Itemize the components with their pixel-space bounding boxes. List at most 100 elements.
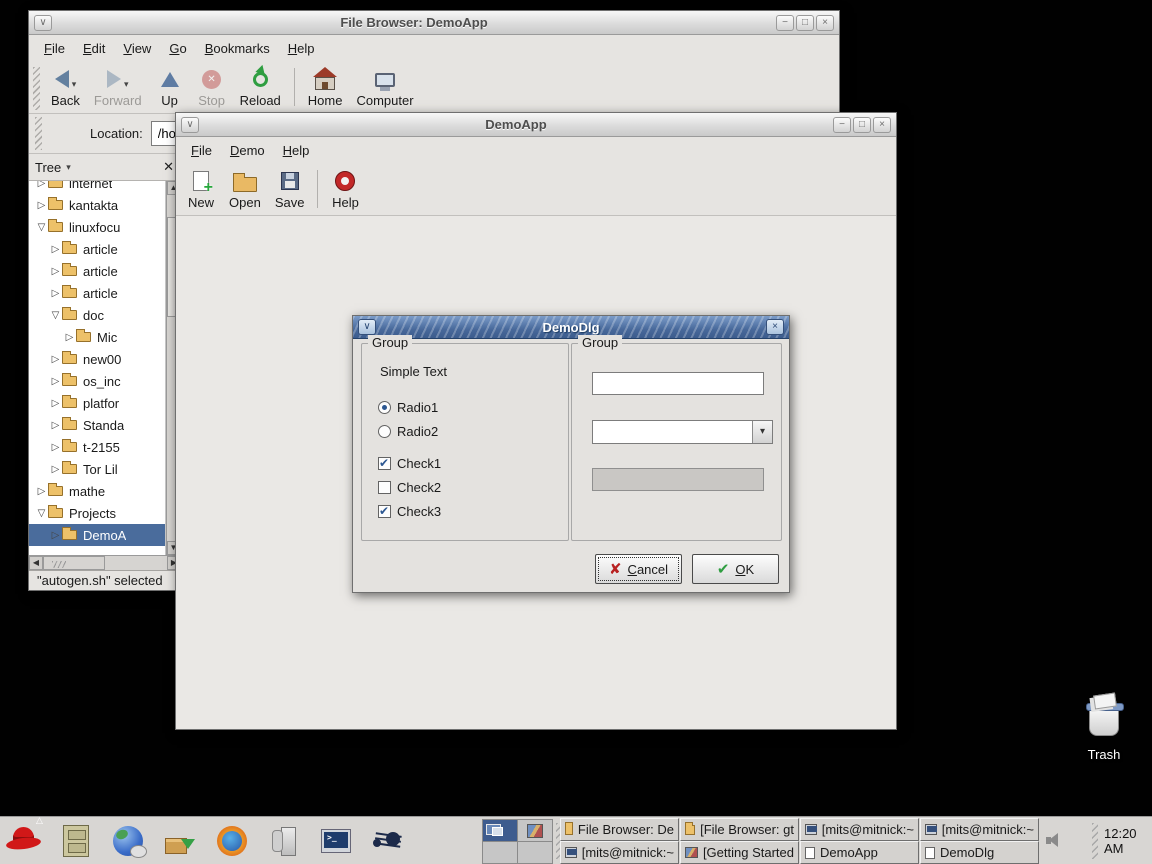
toolbar-button-forward[interactable]: ▾Forward bbox=[87, 64, 149, 110]
menu-item-view[interactable]: View bbox=[114, 37, 160, 60]
sidebar-close-icon[interactable]: ✕ bbox=[163, 159, 174, 175]
volume-icon[interactable] bbox=[1046, 833, 1063, 848]
tree-item[interactable]: DemoA bbox=[29, 524, 165, 546]
taskbar-window--mits-mitnick-[interactable]: [mits@mitnick:~ bbox=[920, 818, 1039, 841]
expander-expanded-icon[interactable] bbox=[35, 222, 48, 233]
toolbar-button-open[interactable]: Open bbox=[222, 166, 268, 212]
checkbox-icon[interactable] bbox=[378, 481, 391, 494]
checkbox-option-check1[interactable]: Check1 bbox=[378, 455, 441, 471]
taskbar-window-demoapp[interactable]: DemoApp bbox=[800, 841, 919, 864]
radio-option-radio1[interactable]: Radio1 bbox=[378, 399, 438, 415]
expander-collapsed-icon[interactable] bbox=[35, 181, 48, 189]
desktop-icon-trash[interactable]: Trash bbox=[1076, 698, 1132, 762]
close-button[interactable]: × bbox=[873, 117, 891, 133]
tree-item[interactable]: Mic bbox=[29, 326, 165, 348]
launcher-package-installer[interactable] bbox=[160, 821, 200, 861]
menu-item-demo[interactable]: Demo bbox=[221, 139, 274, 162]
expander-collapsed-icon[interactable] bbox=[49, 266, 62, 277]
toolbar-button-up[interactable]: Up bbox=[149, 64, 191, 110]
toolbar-button-help[interactable]: Help bbox=[324, 166, 366, 212]
expander-collapsed-icon[interactable] bbox=[63, 332, 76, 343]
maximize-button[interactable]: □ bbox=[796, 15, 814, 31]
expander-collapsed-icon[interactable] bbox=[49, 288, 62, 299]
expander-collapsed-icon[interactable] bbox=[35, 200, 48, 211]
tree-item[interactable]: article bbox=[29, 282, 165, 304]
launcher-modem-config[interactable] bbox=[264, 821, 304, 861]
demo-dialog-titlebar[interactable]: ∨ DemoDlg × bbox=[353, 316, 789, 339]
dropdown-chevron-icon[interactable]: ▾ bbox=[72, 79, 77, 92]
combo-box[interactable]: ▾ bbox=[592, 420, 773, 444]
demo-app-titlebar[interactable]: ∨ DemoApp − □ × bbox=[176, 113, 896, 137]
tree-item[interactable]: os_inc bbox=[29, 370, 165, 392]
expander-collapsed-icon[interactable] bbox=[49, 354, 62, 365]
menu-item-go[interactable]: Go bbox=[160, 37, 195, 60]
toolbar-button-home[interactable]: Home bbox=[301, 64, 350, 110]
tree-item[interactable]: platfor bbox=[29, 392, 165, 414]
checkbox-option-check2[interactable]: Check2 bbox=[378, 479, 441, 495]
expander-collapsed-icon[interactable] bbox=[49, 530, 62, 541]
tree-item[interactable]: Projects bbox=[29, 502, 165, 524]
menu-item-help[interactable]: Help bbox=[279, 37, 324, 60]
launcher-redhat-menu[interactable] bbox=[4, 821, 44, 861]
window-menu-icon[interactable]: ∨ bbox=[181, 117, 199, 133]
taskbar-clock[interactable]: 12:20 AM bbox=[1104, 817, 1152, 864]
file-browser-titlebar[interactable]: ∨ File Browser: DemoApp − □ × bbox=[29, 11, 839, 35]
tree-item[interactable]: kantakta bbox=[29, 194, 165, 216]
checkbox-icon[interactable] bbox=[378, 505, 391, 518]
close-button[interactable]: × bbox=[766, 319, 784, 335]
checkbox-option-check3[interactable]: Check3 bbox=[378, 503, 441, 519]
launcher-terminal[interactable] bbox=[316, 821, 356, 861]
toolbar-button-stop[interactable]: Stop bbox=[191, 64, 233, 110]
text-input[interactable] bbox=[592, 372, 764, 395]
expander-collapsed-icon[interactable] bbox=[49, 464, 62, 475]
dropdown-chevron-icon[interactable]: ▾ bbox=[124, 79, 129, 92]
expander-collapsed-icon[interactable] bbox=[49, 420, 62, 431]
radio-option-radio2[interactable]: Radio2 bbox=[378, 423, 438, 439]
menu-item-edit[interactable]: Edit bbox=[74, 37, 114, 60]
scroll-left-icon[interactable]: ◀ bbox=[29, 556, 43, 570]
window-menu-icon[interactable]: ∨ bbox=[34, 15, 52, 31]
tree-horizontal-scrollbar[interactable]: ◀ ▶ bbox=[29, 555, 181, 570]
workspace-3[interactable] bbox=[483, 842, 517, 863]
toolbar-button-new[interactable]: New bbox=[180, 166, 222, 212]
taskbar-window-file-browser-de[interactable]: File Browser: De bbox=[560, 818, 679, 841]
taskbar-window--mits-mitnick-[interactable]: [mits@mitnick:~ bbox=[800, 818, 919, 841]
ok-button[interactable]: OK bbox=[692, 554, 779, 584]
checkbox-icon[interactable] bbox=[378, 457, 391, 470]
cancel-button[interactable]: Cancel bbox=[595, 554, 682, 584]
clock-drag-handle[interactable] bbox=[1092, 823, 1098, 859]
toolbar-drag-handle[interactable] bbox=[33, 67, 40, 110]
tree-item[interactable]: article bbox=[29, 238, 165, 260]
menu-item-help[interactable]: Help bbox=[274, 139, 319, 162]
maximize-button[interactable]: □ bbox=[853, 117, 871, 133]
sidebar-header[interactable]: Tree ▾ ✕ bbox=[29, 154, 180, 181]
window-menu-icon[interactable]: ∨ bbox=[358, 319, 376, 335]
menu-item-file[interactable]: File bbox=[35, 37, 74, 60]
expander-collapsed-icon[interactable] bbox=[49, 442, 62, 453]
menu-item-bookmarks[interactable]: Bookmarks bbox=[196, 37, 279, 60]
expander-expanded-icon[interactable] bbox=[35, 508, 48, 519]
expander-expanded-icon[interactable] bbox=[49, 310, 62, 321]
expander-collapsed-icon[interactable] bbox=[49, 398, 62, 409]
tree-item[interactable]: internet bbox=[29, 181, 165, 194]
tree-item[interactable]: new00 bbox=[29, 348, 165, 370]
radio-icon[interactable] bbox=[378, 401, 391, 414]
scrollbar-thumb[interactable] bbox=[43, 556, 105, 570]
launcher-web-browser-alt[interactable] bbox=[212, 821, 252, 861]
tree-item[interactable]: Standa bbox=[29, 414, 165, 436]
taskbar-window--getting-started[interactable]: [Getting Started bbox=[680, 841, 799, 864]
locationbar-drag-handle[interactable] bbox=[35, 117, 42, 150]
taskbar-window--file-browser-gt[interactable]: [File Browser: gt bbox=[680, 818, 799, 841]
launcher-bug-tool[interactable] bbox=[368, 821, 408, 861]
tree-item[interactable]: mathe bbox=[29, 480, 165, 502]
minimize-button[interactable]: − bbox=[833, 117, 851, 133]
workspace-1[interactable] bbox=[483, 820, 517, 841]
launcher-web-browser[interactable] bbox=[108, 821, 148, 861]
radio-icon[interactable] bbox=[378, 425, 391, 438]
minimize-button[interactable]: − bbox=[776, 15, 794, 31]
toolbar-button-back[interactable]: ▾Back bbox=[44, 64, 87, 110]
launcher-file-manager[interactable] bbox=[56, 821, 96, 861]
toolbar-button-computer[interactable]: Computer bbox=[349, 64, 420, 110]
toolbar-button-reload[interactable]: Reload bbox=[233, 64, 288, 110]
tree-item[interactable]: article bbox=[29, 260, 165, 282]
